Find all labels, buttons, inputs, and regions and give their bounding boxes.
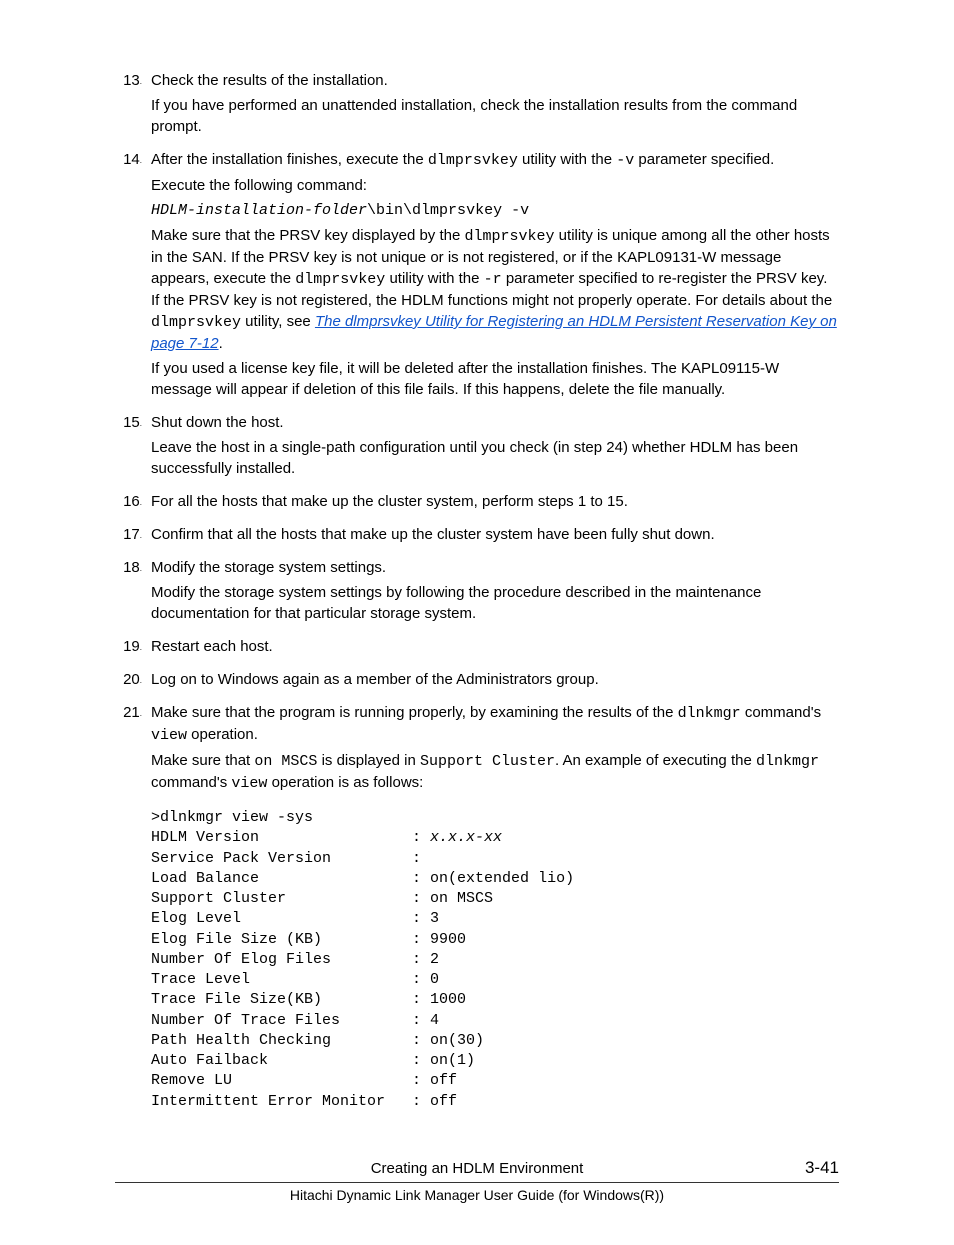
command-line: HDLM-installation-folder\bin\dlmprsvkey … [151, 200, 839, 221]
step-text: Confirm that all the hosts that make up … [151, 524, 839, 545]
step-number: 16. [115, 491, 142, 516]
step-16: 16. For all the hosts that make up the c… [115, 491, 839, 516]
step-text: Make sure that on MSCS is displayed in S… [151, 750, 839, 794]
step-number: 18. [115, 557, 142, 628]
step-number: 20. [115, 669, 142, 694]
step-14: 14. After the installation finishes, exe… [115, 149, 839, 404]
step-number: 17. [115, 524, 142, 549]
step-text: Modify the storage system settings. [151, 557, 839, 578]
step-text: If you have performed an unattended inst… [151, 95, 839, 137]
footer-section-title: Creating an HDLM Environment [165, 1158, 789, 1179]
page-number: 3-41 [789, 1156, 839, 1180]
step-number: 14. [115, 149, 142, 404]
footer-document-title: Hitachi Dynamic Link Manager User Guide … [115, 1186, 839, 1206]
step-number: 19. [115, 636, 142, 661]
step-text: Execute the following command: [151, 175, 839, 196]
step-text: If you used a license key file, it will … [151, 358, 839, 400]
step-number: 13. [115, 70, 142, 141]
step-text: For all the hosts that make up the clust… [151, 491, 839, 512]
step-text: Make sure that the PRSV key displayed by… [151, 225, 839, 354]
step-text: Log on to Windows again as a member of t… [151, 669, 839, 690]
step-text: After the installation finishes, execute… [151, 149, 839, 171]
step-text: Modify the storage system settings by fo… [151, 582, 839, 624]
step-text: Restart each host. [151, 636, 839, 657]
step-number: 21. [115, 702, 142, 1116]
step-13: 13. Check the results of the installatio… [115, 70, 839, 141]
step-19: 19. Restart each host. [115, 636, 839, 661]
step-15: 15. Shut down the host. Leave the host i… [115, 412, 839, 483]
step-text: Leave the host in a single-path configur… [151, 437, 839, 479]
step-text: Check the results of the installation. [151, 70, 839, 91]
step-20: 20. Log on to Windows again as a member … [115, 669, 839, 694]
step-18: 18. Modify the storage system settings. … [115, 557, 839, 628]
step-21: 21. Make sure that the program is runnin… [115, 702, 839, 1116]
document-body: 13. Check the results of the installatio… [115, 70, 839, 1116]
step-text: Make sure that the program is running pr… [151, 702, 839, 746]
step-17: 17. Confirm that all the hosts that make… [115, 524, 839, 549]
step-text: Shut down the host. [151, 412, 839, 433]
step-number: 15. [115, 412, 142, 483]
page-footer: Creating an HDLM Environment 3-41 Hitach… [115, 1156, 839, 1205]
command-output: >dlnkmgr view -sys HDLM Version : x.x.x-… [151, 808, 839, 1112]
